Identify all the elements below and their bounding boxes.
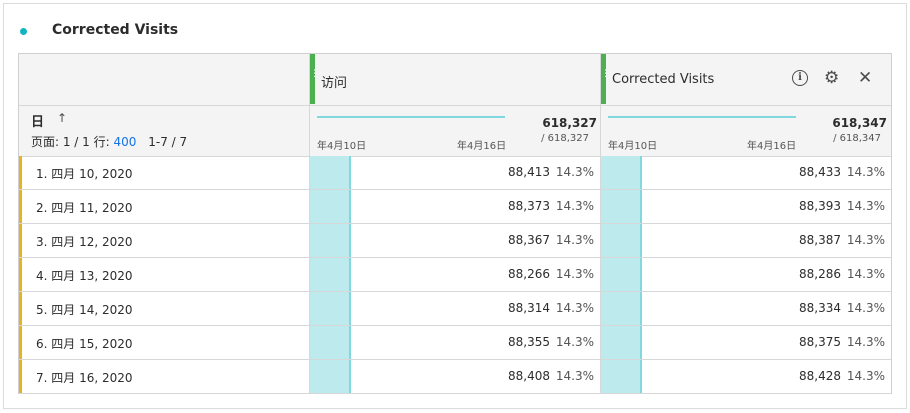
table-row[interactable]: 1. 四月 10, 2020 88,413 14.3% 88,433 14.3% xyxy=(19,156,891,190)
rows-per-page-link[interactable]: 400 xyxy=(114,135,137,149)
grip-dots-icon: ⋮ xyxy=(310,69,319,79)
cell-value: 88,408 xyxy=(508,369,550,383)
table-row[interactable]: 4. 四月 13, 2020 88,266 14.3% 88,286 14.3% xyxy=(19,258,891,292)
cell-value: 88,314 xyxy=(508,301,550,315)
row-selection-marker xyxy=(19,360,22,393)
column-total-of: / 618,347 xyxy=(833,133,881,144)
column-total: 618,327 xyxy=(542,116,597,130)
paging-range: 1-7 / 7 xyxy=(148,135,188,149)
arrow-up-icon[interactable]: ↑ xyxy=(57,111,67,125)
cell-percent: 14.3% xyxy=(555,233,594,247)
row-selection-marker xyxy=(19,156,22,189)
column-total-of: / 618,327 xyxy=(541,133,589,144)
column-header-corrected-visits[interactable]: Corrected Visits xyxy=(612,72,714,87)
sparkline-end-label: 年4月16日 xyxy=(457,141,507,152)
percent-bar xyxy=(601,360,642,393)
table-row[interactable]: 7. 四月 16, 2020 88,408 14.3% 88,428 14.3% xyxy=(19,360,891,394)
cell-value: 88,428 xyxy=(799,369,841,383)
percent-bar xyxy=(601,258,642,291)
row-selection-marker xyxy=(19,292,22,325)
cell-percent: 14.3% xyxy=(555,267,594,281)
grip-dots-icon: ⋮ xyxy=(601,69,610,79)
sparkline-start-label: 年4月10日 xyxy=(317,141,367,152)
percent-bar xyxy=(601,224,642,257)
pagination: 页面: 1 / 1 行: 400 1-7 / 7 xyxy=(31,133,187,150)
sparkline xyxy=(317,116,505,118)
cell-value: 88,413 xyxy=(508,165,550,179)
percent-bar xyxy=(310,190,351,223)
cell-value: 88,334 xyxy=(799,301,841,315)
column-total: 618,347 xyxy=(832,116,887,130)
cell-percent: 14.3% xyxy=(846,369,885,383)
column-header-row xyxy=(19,54,891,106)
cell-value: 88,355 xyxy=(508,335,550,349)
table-row[interactable]: 2. 四月 11, 2020 88,373 14.3% 88,393 14.3% xyxy=(19,190,891,224)
panel-title[interactable]: Corrected Visits xyxy=(52,22,178,38)
panel-status-dot xyxy=(20,28,27,35)
percent-bar xyxy=(601,292,642,325)
percent-bar xyxy=(601,156,642,189)
cell-value: 88,433 xyxy=(799,165,841,179)
dimension-header[interactable]: 日 xyxy=(31,111,44,130)
percent-bar xyxy=(310,156,351,189)
cell-percent: 14.3% xyxy=(846,199,885,213)
row-selection-marker xyxy=(19,326,22,359)
paging-text: 页面: 1 / 1 行: xyxy=(31,135,110,149)
sparkline xyxy=(608,116,796,118)
gear-icon[interactable]: ⚙ xyxy=(824,68,839,88)
cell-percent: 14.3% xyxy=(555,199,594,213)
cell-value: 88,375 xyxy=(799,335,841,349)
sparkline-end-label: 年4月16日 xyxy=(747,141,797,152)
table-row[interactable]: 6. 四月 15, 2020 88,355 14.3% 88,375 14.3% xyxy=(19,326,891,360)
percent-bar xyxy=(310,326,351,359)
percent-bar xyxy=(310,258,351,291)
cell-percent: 14.3% xyxy=(555,369,594,383)
freeform-table: ⋮ 访问 ⋮ Corrected Visits i ⚙ ✕ 日 ↑ 页面: 1 … xyxy=(18,53,892,394)
cell-percent: 14.3% xyxy=(555,301,594,315)
cell-percent: 14.3% xyxy=(846,335,885,349)
cell-value: 88,266 xyxy=(508,267,550,281)
percent-bar xyxy=(310,292,351,325)
row-dimension-label[interactable]: 5. 四月 14, 2020 xyxy=(36,301,133,318)
cell-percent: 14.3% xyxy=(846,233,885,247)
cell-value: 88,367 xyxy=(508,233,550,247)
row-dimension-label[interactable]: 7. 四月 16, 2020 xyxy=(36,369,133,386)
sparkline-start-label: 年4月10日 xyxy=(608,141,658,152)
cell-percent: 14.3% xyxy=(846,301,885,315)
row-dimension-label[interactable]: 2. 四月 11, 2020 xyxy=(36,199,133,216)
info-icon[interactable]: i xyxy=(792,70,808,86)
cell-percent: 14.3% xyxy=(846,267,885,281)
cell-percent: 14.3% xyxy=(555,165,594,179)
percent-bar xyxy=(601,190,642,223)
close-icon[interactable]: ✕ xyxy=(858,68,872,88)
row-selection-marker xyxy=(19,258,22,291)
percent-bar xyxy=(310,360,351,393)
cell-value: 88,393 xyxy=(799,199,841,213)
cell-percent: 14.3% xyxy=(846,165,885,179)
row-dimension-label[interactable]: 6. 四月 15, 2020 xyxy=(36,335,133,352)
cell-value: 88,387 xyxy=(799,233,841,247)
row-dimension-label[interactable]: 4. 四月 13, 2020 xyxy=(36,267,133,284)
percent-bar xyxy=(310,224,351,257)
cell-value: 88,373 xyxy=(508,199,550,213)
row-selection-marker xyxy=(19,190,22,223)
percent-bar xyxy=(601,326,642,359)
row-dimension-label[interactable]: 3. 四月 12, 2020 xyxy=(36,233,133,250)
table-row[interactable]: 3. 四月 12, 2020 88,367 14.3% 88,387 14.3% xyxy=(19,224,891,258)
row-dimension-label[interactable]: 1. 四月 10, 2020 xyxy=(36,165,133,182)
row-selection-marker xyxy=(19,224,22,257)
table-row[interactable]: 5. 四月 14, 2020 88,314 14.3% 88,334 14.3% xyxy=(19,292,891,326)
cell-value: 88,286 xyxy=(799,267,841,281)
column-header-visits[interactable]: 访问 xyxy=(321,72,347,91)
cell-percent: 14.3% xyxy=(555,335,594,349)
